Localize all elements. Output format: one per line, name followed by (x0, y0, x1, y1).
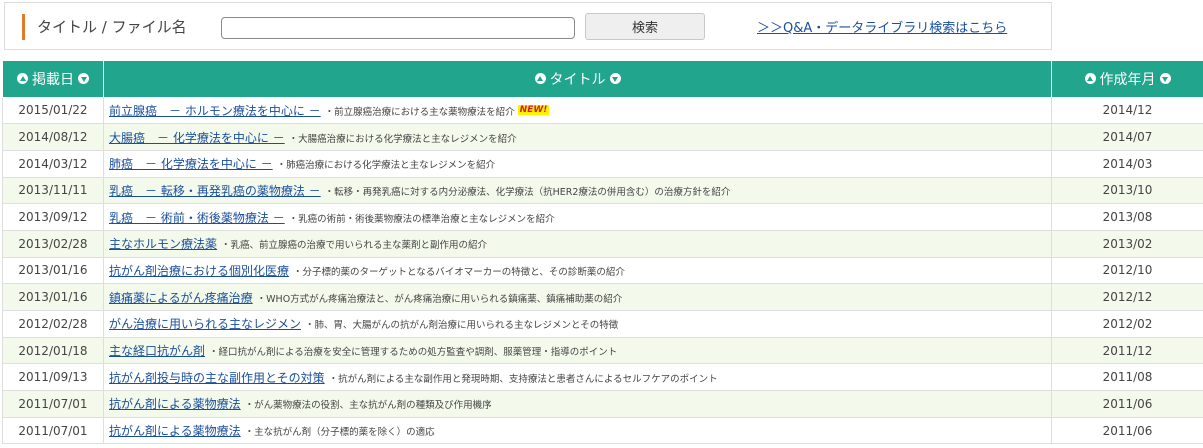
title-link[interactable]: 肺癌 － 化学療法を中心に － (109, 157, 273, 171)
title-cell: 抗がん剤治療における個別化医療 ・分子標的薬のターゲットとなるバイオマーカーの特徴… (103, 257, 1052, 285)
title-link[interactable]: 大腸癌 － 化学療法を中心に － (109, 131, 285, 145)
creation-month: 2011/08 (1051, 363, 1203, 392)
title-description: ・大腸癌治療における化学療法と主なレジメンを紹介 (288, 133, 517, 145)
table-row: 2011/07/01 抗がん剤による薬物療法 ・がん薬物療法の役割、主な抗がん剤の種… (2, 390, 1203, 418)
creation-month: 2012/12 (1051, 283, 1203, 311)
creation-month: 2014/07 (1051, 123, 1203, 151)
publish-date: 2011/09/13 (2, 363, 104, 392)
title-description: ・主な抗がん剤（分子標的薬を除く）の適応 (244, 427, 435, 439)
creation-month: 2013/10 (1051, 177, 1203, 205)
title-cell: 主な経口抗がん剤 ・経口抗がん剤による治療を安全に管理するための処方監査や調剤、服… (103, 337, 1052, 365)
table-row: 2013/01/16 抗がん剤治療における個別化医療 ・分子標的薬のターゲットとなる… (2, 257, 1203, 285)
sort-ascending-icon[interactable] (17, 73, 28, 85)
title-link[interactable]: 抗がん剤投与時の主な副作用とその対策 (109, 371, 325, 385)
sort-descending-icon[interactable] (78, 73, 89, 85)
publish-date: 2013/01/16 (2, 283, 104, 311)
publish-date: 2013/01/16 (2, 257, 104, 285)
creation-month: 2012/10 (1051, 257, 1203, 285)
column-header-date-label: 掲載日 (32, 71, 74, 88)
sort-descending-icon[interactable] (609, 73, 621, 85)
title-cell: 抗がん剤による薬物療法 ・主な抗がん剤（分子標的薬を除く）の適応 (103, 417, 1052, 445)
title-link[interactable]: 抗がん剤による薬物療法 (109, 397, 241, 411)
title-cell: 乳癌 － 術前・術後薬物療法 －・乳癌の術前・術後薬物療法の標準治療と主なレジメ… (103, 203, 1052, 231)
column-header-date: 掲載日 (2, 61, 104, 98)
title-link[interactable]: がん治療に用いられる主なレジメン (109, 317, 301, 331)
publish-date: 2012/01/18 (2, 337, 104, 365)
table-row: 2014/08/12 大腸癌 － 化学療法を中心に －・大腸癌治療における化学療法… (2, 123, 1203, 151)
title-link[interactable]: 鎮痛薬によるがん疼痛治療 (109, 291, 253, 305)
table-row: 2013/09/12 乳癌 － 術前・術後薬物療法 －・乳癌の術前・術後薬物療法の… (2, 203, 1203, 231)
table-header-row: 掲載日 タイトル 作成年月 (2, 61, 1203, 98)
title-description: ・転移・再発乳癌に対する内分泌療法、化学療法（抗HER2療法の併用含む）の治療方… (324, 186, 731, 198)
title-cell: 抗がん剤による薬物療法 ・がん薬物療法の役割、主な抗がん剤の種類及び作用機序 (103, 390, 1052, 418)
title-link[interactable]: 主な経口抗がん剤 (109, 344, 205, 358)
title-link[interactable]: 前立腺癌 － ホルモン療法を中心に － (109, 104, 321, 118)
title-description: ・抗がん剤による主な副作用と発現時期、支持療法と患者さんによるセルフケアのポイン… (328, 373, 718, 385)
search-input[interactable] (221, 17, 575, 39)
title-description: ・肺、胃、大腸がんの抗がん剤治療に用いられる主なレジメンとその特徴 (305, 320, 619, 332)
title-cell: 乳癌 － 転移・再発乳癌の薬物療法 －・転移・再発乳癌に対する内分泌療法、化学療… (103, 177, 1052, 205)
table-row: 2015/01/22 前立腺癌 － ホルモン療法を中心に －・前立腺癌治療における… (2, 97, 1203, 125)
creation-month: 2011/12 (1051, 337, 1203, 365)
creation-month: 2011/06 (1051, 417, 1203, 445)
title-cell: 鎮痛薬によるがん疼痛治療 ・WHO方式がん疼痛治療法と、がん疼痛治療に用いられる鎮… (103, 283, 1052, 311)
title-description: ・WHO方式がん疼痛治療法と、がん疼痛治療に用いられる鎮痛薬、鎮痛補助薬の紹介 (256, 293, 623, 305)
publish-date: 2011/07/01 (2, 390, 104, 418)
column-header-made: 作成年月 (1051, 61, 1203, 98)
title-link[interactable]: 抗がん剤による薬物療法 (109, 424, 241, 438)
search-label: タイトル / ファイル名 (22, 14, 187, 40)
creation-month: 2013/02 (1051, 230, 1203, 258)
publish-date: 2013/02/28 (2, 230, 104, 258)
table-row: 2012/01/18 主な経口抗がん剤 ・経口抗がん剤による治療を安全に管理するため… (2, 337, 1203, 365)
new-badge: NEW! (517, 104, 550, 115)
sort-descending-icon[interactable] (1159, 73, 1171, 85)
creation-month: 2013/08 (1051, 203, 1203, 231)
table-row: 2011/07/01 抗がん剤による薬物療法 ・主な抗がん剤（分子標的薬を除く）の適… (2, 417, 1203, 445)
table-row: 2012/02/28 がん治療に用いられる主なレジメン ・肺、胃、大腸がんの抗がん剤… (2, 310, 1203, 338)
title-description: ・分子標的薬のターゲットとなるバイオマーカーの特徴と、その診断薬の紹介 (293, 266, 625, 278)
creation-month: 2014/03 (1051, 150, 1203, 178)
title-link[interactable]: 主なホルモン療法薬 (109, 237, 217, 251)
title-cell: 前立腺癌 － ホルモン療法を中心に －・前立腺癌治療における主な薬物療法を紹介 N… (103, 97, 1052, 125)
publish-date: 2013/09/12 (2, 203, 104, 231)
title-description: ・前立腺癌治療における主な薬物療法を紹介 (324, 106, 515, 118)
column-header-title-label: タイトル (549, 71, 606, 88)
title-cell: 主なホルモン療法薬 ・乳癌、前立腺癌の治療で用いられる主な薬剤と副作用の紹介 (103, 230, 1052, 258)
publish-date: 2014/03/12 (2, 150, 104, 178)
title-cell: 抗がん剤投与時の主な副作用とその対策 ・抗がん剤による主な副作用と発現時期、支持療… (103, 363, 1052, 392)
column-header-made-label: 作成年月 (1099, 71, 1156, 88)
sort-ascending-icon[interactable] (534, 73, 546, 85)
table-row: 2013/02/28 主なホルモン療法薬 ・乳癌、前立腺癌の治療で用いられる主な薬剤… (2, 230, 1203, 258)
publish-date: 2013/11/11 (2, 177, 104, 205)
title-description: ・乳癌、前立腺癌の治療で用いられる主な薬剤と副作用の紹介 (221, 240, 488, 252)
creation-month: 2011/06 (1051, 390, 1203, 418)
title-cell: がん治療に用いられる主なレジメン ・肺、胃、大腸がんの抗がん剤治療に用いられる主な… (103, 310, 1052, 338)
creation-month: 2014/12 (1051, 97, 1203, 125)
qa-data-library-link[interactable]: ＞＞Q&A・データライブラリ検索はこちら (757, 17, 1007, 36)
table-row: 2014/03/12 肺癌 － 化学療法を中心に －・肺癌治療における化学療法と主… (2, 150, 1203, 178)
publish-date: 2014/08/12 (2, 123, 104, 151)
title-description: ・肺癌治療における化学療法と主なレジメンを紹介 (276, 160, 496, 172)
sort-ascending-icon[interactable] (1084, 73, 1096, 85)
title-link[interactable]: 抗がん剤治療における個別化医療 (109, 264, 289, 278)
creation-month: 2012/02 (1051, 310, 1203, 338)
title-cell: 大腸癌 － 化学療法を中心に －・大腸癌治療における化学療法と主なレジメンを紹介 (103, 123, 1052, 151)
title-link[interactable]: 乳癌 － 転移・再発乳癌の薬物療法 － (109, 184, 321, 198)
search-button[interactable]: 検索 (585, 13, 705, 40)
title-link[interactable]: 乳癌 － 術前・術後薬物療法 － (109, 211, 285, 225)
title-description: ・経口抗がん剤による治療を安全に管理するための処方監査や調剤、服薬管理・指導のポ… (209, 347, 618, 359)
title-description: ・がん薬物療法の役割、主な抗がん剤の種類及び作用機序 (244, 400, 492, 412)
table-row: 2011/09/13 抗がん剤投与時の主な副作用とその対策 ・抗がん剤による主な副作… (2, 363, 1203, 392)
search-panel: タイトル / ファイル名 検索 ＞＞Q&A・データライブラリ検索はこちら (4, 2, 1052, 50)
results-table: 掲載日 タイトル 作成年月 2015/01/22 前立腺癌 － ホルモン療法を中… (2, 61, 1203, 445)
publish-date: 2015/01/22 (2, 97, 104, 125)
publish-date: 2012/02/28 (2, 310, 104, 338)
column-header-title: タイトル (103, 61, 1052, 98)
title-description: ・乳癌の術前・術後薬物療法の標準治療と主なレジメンを紹介 (288, 213, 555, 225)
table-row: 2013/01/16 鎮痛薬によるがん疼痛治療 ・WHO方式がん疼痛治療法と、がん疼… (2, 283, 1203, 311)
title-cell: 肺癌 － 化学療法を中心に －・肺癌治療における化学療法と主なレジメンを紹介 (103, 150, 1052, 178)
publish-date: 2011/07/01 (2, 417, 104, 445)
table-row: 2013/11/11 乳癌 － 転移・再発乳癌の薬物療法 －・転移・再発乳癌に対す… (2, 177, 1203, 205)
